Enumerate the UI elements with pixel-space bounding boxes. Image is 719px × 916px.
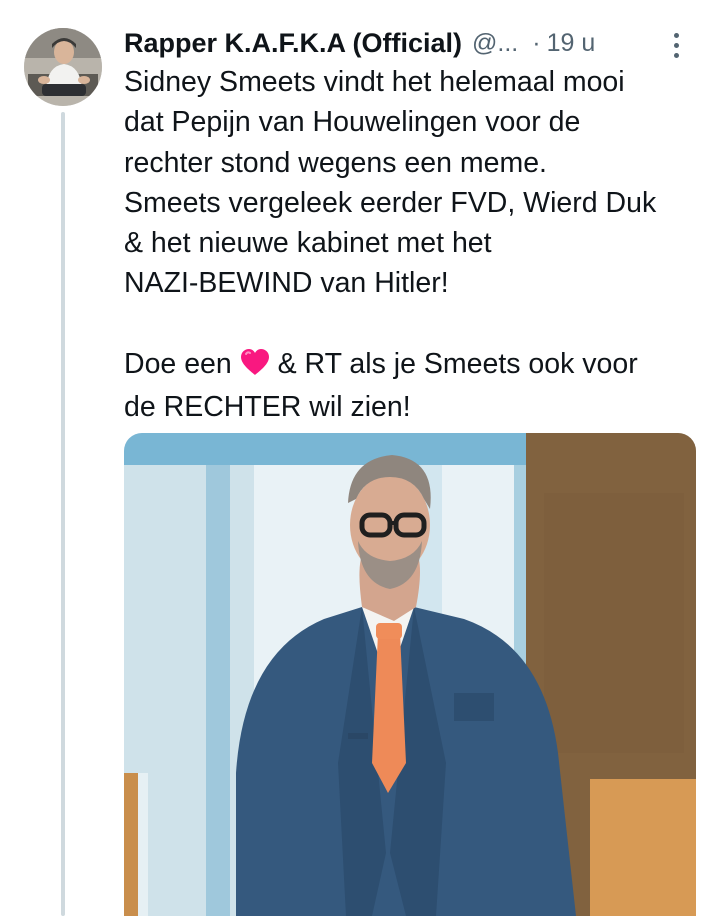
more-vertical-icon[interactable] (664, 28, 688, 62)
tweet-media-photo[interactable] (124, 433, 696, 916)
tweet-text-line: Smeets vergeleek eerder FVD, Wierd Duk (124, 186, 657, 219)
separator-dot: · (532, 28, 541, 57)
display-name[interactable]: Rapper K.A.F.K.A (Official) (124, 28, 462, 59)
tweet-text-fragment: & RT als je Smeets ook voor (277, 348, 638, 381)
tweet-text-line: NAZI-BEWIND van Hitler! (124, 267, 449, 300)
timestamp[interactable]: 19 u (547, 29, 596, 58)
tweet-text-line: dat Pepijn van Houwelingen voor de (124, 106, 581, 139)
red-heart-icon (240, 347, 270, 387)
tweet-text-line: rechter stond wegens een meme. (124, 146, 547, 179)
tweet[interactable]: Rapper K.A.F.K.A (Official) @... · 19 u … (0, 0, 719, 916)
photo-image (124, 433, 696, 916)
tweet-text-fragment: Doe een (124, 348, 232, 381)
user-handle[interactable]: @... (472, 29, 518, 58)
tweet-text-line: Sidney Smeets vindt het helemaal mooi (124, 66, 625, 98)
tweet-header: Rapper K.A.F.K.A (Official) @... · 19 u (124, 26, 694, 60)
tweet-text: Sidney Smeets vindt het helemaal mooi da… (124, 62, 704, 428)
tweet-text-line: de RECHTER wil zien! (124, 391, 411, 424)
tweet-text-line: & het nieuwe kabinet met het (124, 227, 492, 260)
avatar-image (24, 28, 102, 106)
thread-line (61, 112, 65, 916)
tweet-text-line: Doe een & RT als je Smeets ook voor (124, 344, 704, 387)
avatar[interactable] (24, 28, 102, 106)
